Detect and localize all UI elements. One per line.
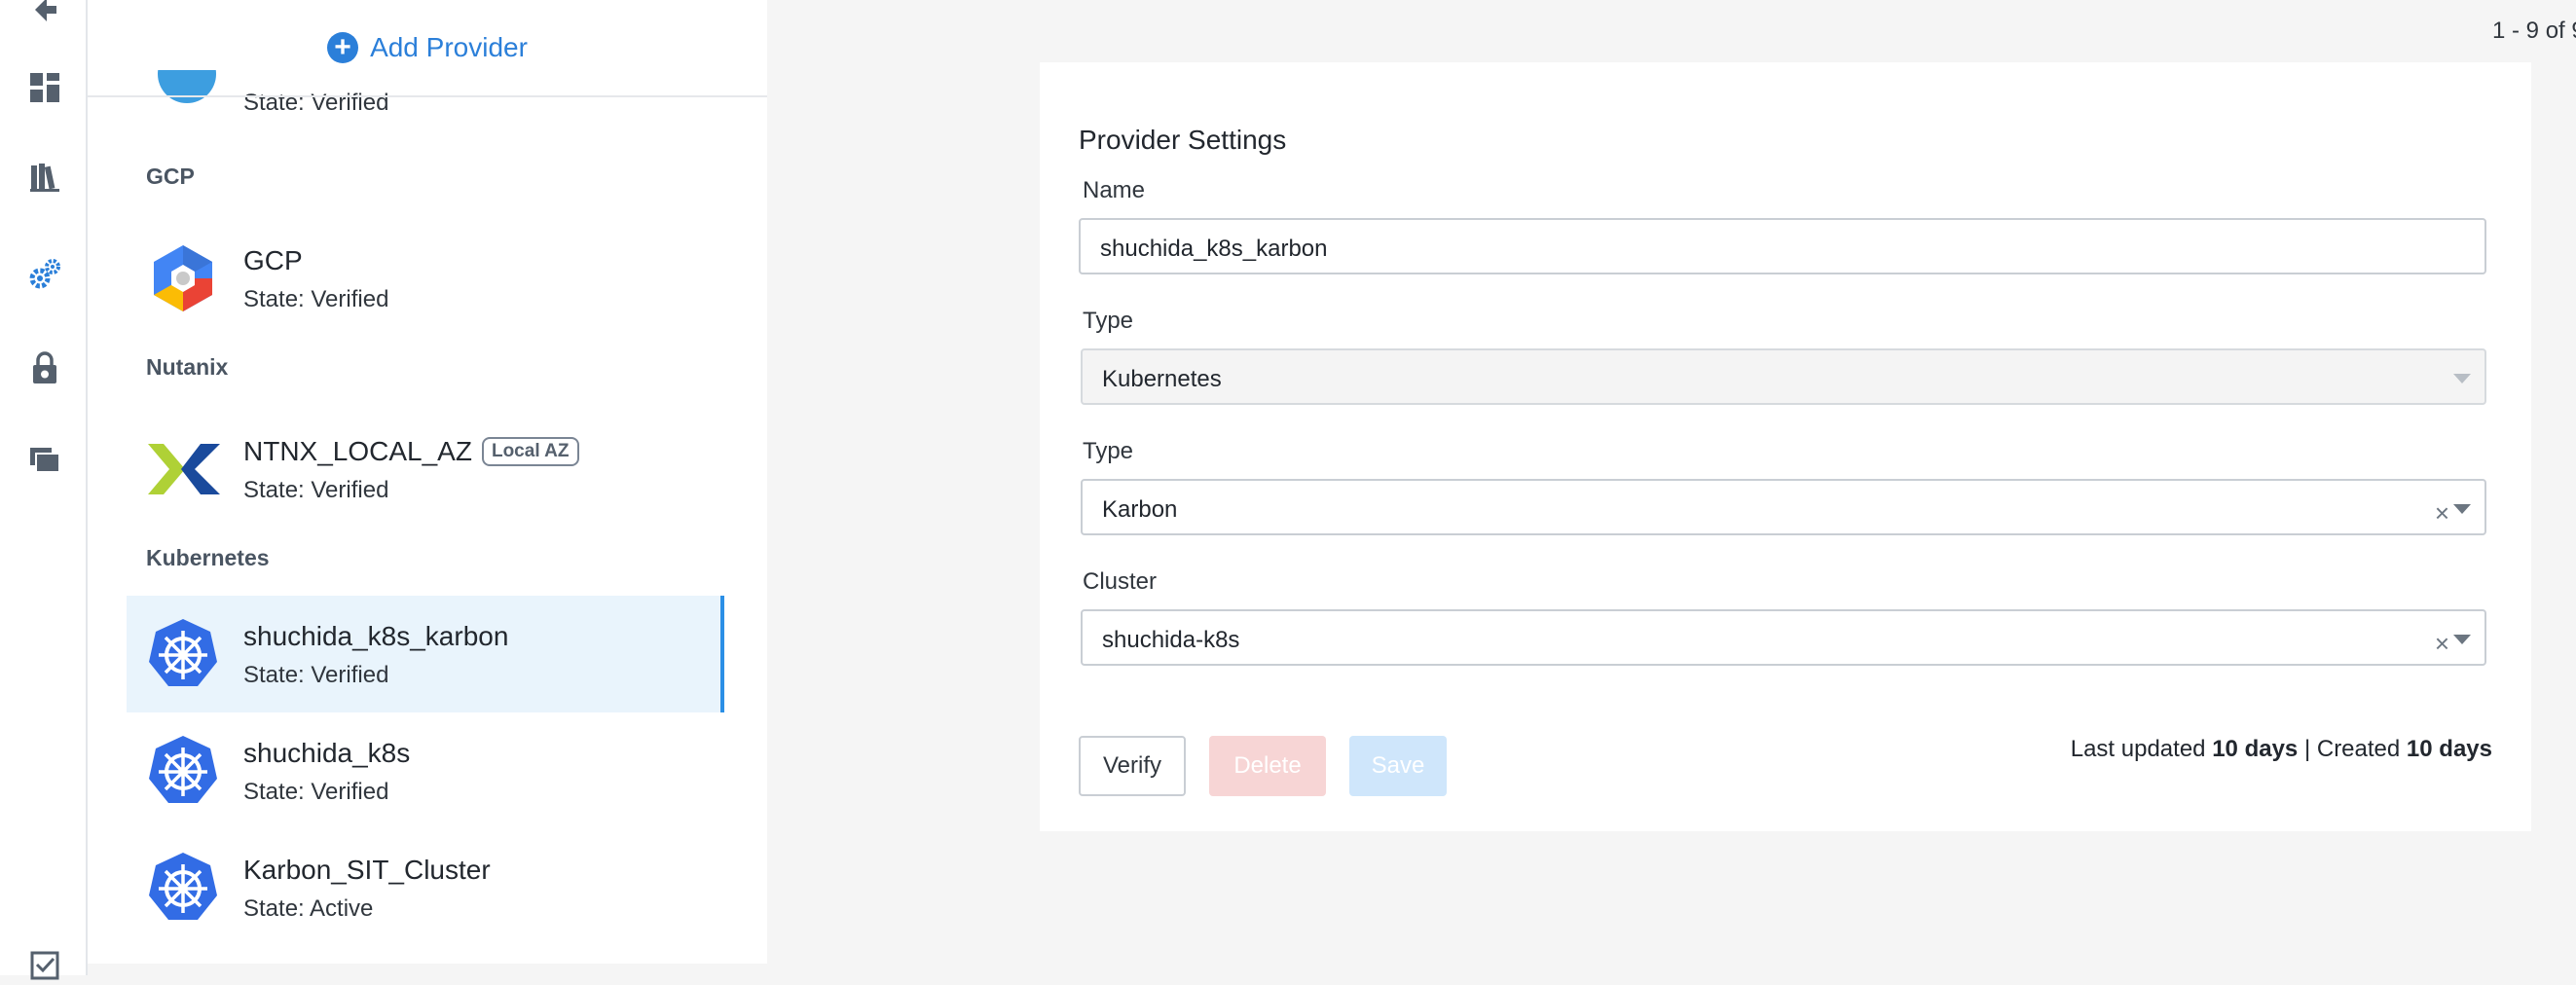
name-field-value: shuchida_k8s_karbon xyxy=(1100,236,1328,262)
group-label-gcp: GCP xyxy=(146,164,195,189)
kubernetes-logo-icon xyxy=(146,851,220,925)
provider-name: shuchida_k8s xyxy=(243,738,411,768)
chevron-down-icon[interactable] xyxy=(2453,504,2471,514)
group-label-nutanix: Nutanix xyxy=(146,354,229,380)
pagination-range: 1 - 9 of 9 xyxy=(2492,18,2576,44)
last-updated-label: Last updated xyxy=(2070,736,2206,762)
clear-icon[interactable]: × xyxy=(2435,629,2449,659)
kubernetes-logo-icon xyxy=(146,617,220,691)
library-icon[interactable] xyxy=(25,158,64,197)
name-field[interactable]: shuchida_k8s_karbon xyxy=(1079,218,2486,274)
provider-item-shuchida-k8s-karbon[interactable]: shuchida_k8s_karbon State: Verified xyxy=(127,596,724,712)
plus-circle-icon: + xyxy=(327,32,359,63)
group-label-kubernetes: Kubernetes xyxy=(146,545,270,570)
created-value: 10 days xyxy=(2406,736,2492,762)
provider-state: State: Verified xyxy=(243,477,389,503)
subtype-select[interactable]: Karbon × xyxy=(1081,479,2486,535)
name-label: Name xyxy=(1083,177,1146,203)
provider-state: State: Active xyxy=(243,895,374,922)
created-label: Created xyxy=(2316,736,2401,762)
back-arrow-icon[interactable] xyxy=(25,0,64,29)
subtype-value: Karbon xyxy=(1102,496,1178,523)
type-label: Type xyxy=(1083,308,1134,334)
delete-button[interactable]: Delete xyxy=(1209,736,1326,796)
dashboard-icon[interactable] xyxy=(25,68,64,107)
provider-name: shuchida_k8s_karbon xyxy=(243,621,509,651)
provider-name: GCP xyxy=(243,245,303,275)
separator: | xyxy=(2303,736,2311,762)
gcp-logo-icon xyxy=(146,241,220,315)
clear-icon[interactable]: × xyxy=(2435,498,2449,529)
provider-state: State: Verified xyxy=(243,779,389,805)
provider-item-ntnx-local-az[interactable]: NTNX_LOCAL_AZ Local AZ State: Verified xyxy=(127,411,720,528)
kubernetes-logo-icon xyxy=(146,734,220,808)
verify-button[interactable]: Verify xyxy=(1079,736,1186,796)
provider-item-shuchida-k8s[interactable]: shuchida_k8s State: Verified xyxy=(127,712,720,829)
nav-rail xyxy=(0,0,88,980)
provider-type-select: Kubernetes xyxy=(1081,348,2486,405)
timestamps: Last updated 10 days | Created 10 days xyxy=(2071,736,2492,763)
chevron-down-icon xyxy=(2453,374,2471,383)
chevron-down-icon[interactable] xyxy=(2453,635,2471,644)
lock-gear-icon[interactable] xyxy=(25,348,64,387)
settings-title: Provider Settings xyxy=(1079,125,1287,155)
settings-gears-icon[interactable] xyxy=(25,255,64,294)
provider-settings-card: Provider Settings Name shuchida_k8s_karb… xyxy=(1040,62,2531,831)
provider-name-text: NTNX_LOCAL_AZ xyxy=(243,436,472,466)
folders-icon[interactable] xyxy=(25,440,64,479)
add-provider-label: Add Provider xyxy=(370,32,528,62)
local-az-badge: Local AZ xyxy=(481,436,579,466)
add-provider-button[interactable]: + Add Provider xyxy=(88,0,767,97)
last-updated-value: 10 days xyxy=(2212,736,2299,762)
provider-list-panel: State: Verified + Add Provider GCP GCP S… xyxy=(88,0,767,964)
provider-item-gcp[interactable]: GCP State: Verified xyxy=(127,220,720,337)
checkbox-icon[interactable] xyxy=(25,946,64,985)
nutanix-logo-icon xyxy=(146,432,220,506)
provider-name: Karbon_SIT_Cluster xyxy=(243,855,491,885)
provider-state: State: Verified xyxy=(243,662,389,688)
cluster-select[interactable]: shuchida-k8s × xyxy=(1081,609,2486,666)
provider-state: State: Verified xyxy=(243,286,389,312)
save-button[interactable]: Save xyxy=(1349,736,1447,796)
provider-name: NTNX_LOCAL_AZ Local AZ xyxy=(243,436,579,468)
cluster-label: Cluster xyxy=(1083,568,1158,595)
cluster-value: shuchida-k8s xyxy=(1102,627,1240,653)
provider-item-karbon-sit-cluster[interactable]: Karbon_SIT_Cluster State: Active xyxy=(127,829,720,946)
provider-type-value: Kubernetes xyxy=(1102,366,1222,392)
subtype-label: Type xyxy=(1083,438,1134,464)
